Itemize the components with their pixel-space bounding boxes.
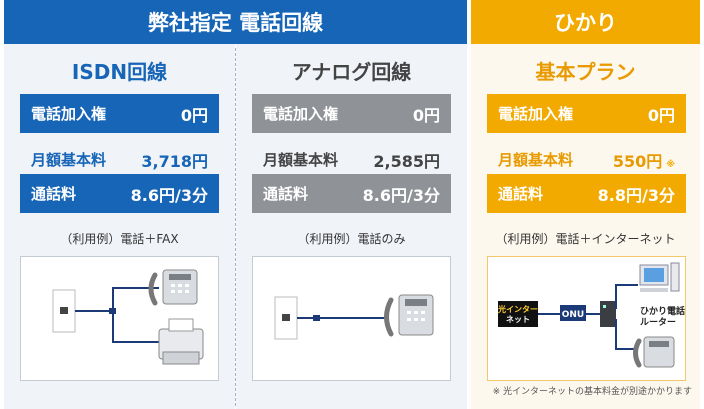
row-label: 月額基本料 — [498, 151, 574, 169]
row-value: 3,718円 — [141, 151, 208, 171]
internet-label-line2: ネット — [506, 314, 530, 324]
connection-diagram-hikari: 光インター ネット ONU ひかり電話 ルーター — [487, 256, 686, 381]
row-subscription-right: 電話加入権 0円 — [20, 94, 219, 133]
row-value: 0円 — [180, 105, 208, 125]
telephone-icon — [384, 294, 434, 337]
wall-jack-icon — [274, 296, 298, 340]
row-value: 2,585円 — [373, 151, 440, 171]
plan-title-hikari: 基本プラン — [535, 60, 636, 84]
header-company-lines-title: 弊社指定 電話回線 — [147, 11, 324, 35]
row-value: 550円 — [612, 151, 663, 171]
connection-diagram-isdn — [20, 256, 219, 381]
usage-example: （利用例）電話のみ — [297, 232, 406, 246]
internet-label-line1: 光インター — [497, 304, 538, 314]
usage-example: （利用例）電話＋インターネット — [495, 232, 676, 246]
telephone-icon — [633, 336, 675, 368]
fax-machine-icon — [158, 318, 204, 365]
plan-panel-analog: アナログ回線 電話加入権 0円 月額基本料 2,585円 通話料 8.6円/3分… — [236, 44, 467, 409]
note-marker: ※ — [666, 159, 675, 170]
header-company-lines: 弊社指定 電話回線 — [4, 0, 467, 44]
row-value: 8.6円/3分 — [130, 185, 208, 205]
router-icon — [600, 301, 616, 327]
footnote: ※ 光インターネットの基本料金が別途かかります — [492, 387, 692, 397]
plan-title-isdn: ISDN回線 — [71, 60, 168, 84]
row-value: 0円 — [412, 105, 440, 125]
row-label: 通話料 — [498, 185, 544, 203]
connection-diagram-analog — [252, 256, 451, 381]
wall-jack-icon — [52, 289, 76, 333]
row-value: 8.8円/3分 — [597, 185, 675, 205]
row-label: 電話加入権 — [498, 105, 574, 123]
plan-panel-isdn: ISDN回線 電話加入権 0円 月額基本料 3,718円 通話料 8.6円/3分… — [4, 44, 235, 409]
row-label: 電話加入権 — [31, 105, 107, 123]
row-call-rate: 通話料 8.6円/3分 — [20, 174, 219, 213]
router-label-line1: ひかり電話 — [640, 305, 685, 317]
row-label: 電話加入権 — [263, 105, 339, 123]
row-call-rate: 通話料 8.8円/3分 — [487, 174, 686, 213]
plan-panel-hikari: 基本プラン 電話加入権 0円 月額基本料 550円 ※ 通話料 8.8円/3分 （… — [471, 44, 700, 409]
onu-label: ONU — [562, 310, 585, 320]
usage-example: （利用例）電話＋FAX — [60, 232, 179, 246]
row-label: 月額基本料 — [263, 151, 339, 169]
row-label: 月額基本料 — [31, 151, 107, 169]
header-hikari-title: ひかり — [554, 11, 617, 35]
computer-icon — [639, 262, 680, 292]
header-hikari: ひかり — [471, 0, 700, 44]
row-call-rate: 通話料 8.6円/3分 — [252, 174, 451, 213]
row-value: 0円 — [647, 105, 675, 125]
row-label: 通話料 — [31, 185, 77, 203]
row-subscription-right: 電話加入権 0円 — [487, 94, 686, 133]
plan-title-analog: アナログ回線 — [291, 60, 412, 84]
row-label: 通話料 — [263, 185, 309, 203]
router-label-line2: ルーター — [640, 316, 676, 328]
row-subscription-right: 電話加入権 0円 — [252, 94, 451, 133]
row-value: 8.6円/3分 — [362, 185, 440, 205]
